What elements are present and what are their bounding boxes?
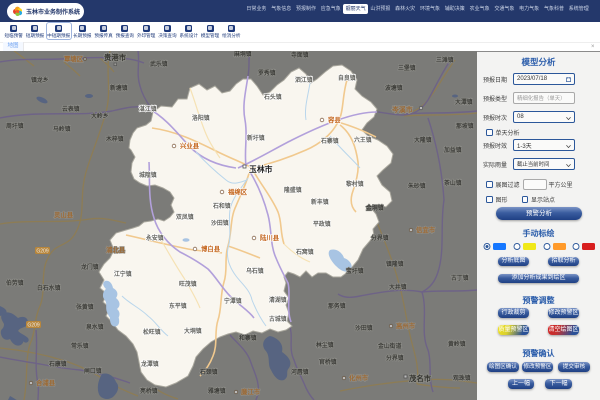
svg-text:陆川县: 陆川县 — [260, 233, 280, 242]
svg-text:武乐镇: 武乐镇 — [150, 60, 168, 68]
svg-text:新丰镇: 新丰镇 — [311, 198, 329, 206]
svg-text:信宜市: 信宜市 — [416, 225, 436, 234]
svg-text:六王镇: 六王镇 — [354, 136, 372, 144]
svg-text:大井镇: 大井镇 — [389, 283, 407, 291]
svg-text:那务镇: 那务镇 — [328, 302, 346, 310]
svg-text:三堡镇: 三堡镇 — [398, 64, 416, 72]
svg-text:朱砂镇: 朱砂镇 — [408, 182, 426, 190]
svg-text:官桥镇: 官桥镇 — [319, 358, 337, 366]
svg-text:沙田镇: 沙田镇 — [355, 324, 373, 332]
svg-text:伯劳镇: 伯劳镇 — [6, 279, 24, 287]
svg-text:白石水镇: 白石水镇 — [37, 284, 61, 292]
svg-text:周圩镇: 周圩镇 — [6, 122, 24, 130]
svg-text:廉江市: 廉江市 — [241, 387, 261, 396]
svg-text:马岭镇: 马岭镇 — [53, 125, 71, 133]
svg-text:玉林市: 玉林市 — [249, 164, 273, 174]
svg-text:和寨镇: 和寨镇 — [238, 334, 257, 342]
svg-text:高州市: 高州市 — [396, 321, 416, 330]
svg-text:灵山县: 灵山县 — [54, 210, 74, 219]
svg-text:平政镇: 平政镇 — [313, 220, 331, 228]
svg-text:金山街道: 金山街道 — [377, 342, 401, 350]
svg-text:金垌镇: 金垌镇 — [365, 204, 384, 212]
svg-text:新圩镇: 新圩镇 — [247, 134, 265, 142]
svg-text:镇隆镇: 镇隆镇 — [386, 260, 404, 268]
svg-text:乌石镇: 乌石镇 — [246, 267, 264, 275]
svg-text:黎村镇: 黎村镇 — [346, 180, 364, 188]
svg-text:洛阳镇: 洛阳镇 — [192, 114, 210, 122]
svg-text:石康镇: 石康镇 — [48, 360, 67, 368]
svg-text:石窝镇: 石窝镇 — [295, 248, 314, 256]
svg-text:浦北县: 浦北县 — [106, 245, 126, 254]
svg-text:石头镇: 石头镇 — [263, 93, 282, 101]
svg-text:福绵区: 福绵区 — [227, 187, 248, 196]
svg-text:G209: G209 — [36, 249, 48, 255]
svg-text:三滩镇: 三滩镇 — [436, 56, 454, 64]
svg-text:自良镇: 自良镇 — [338, 74, 356, 82]
svg-text:茂名市: 茂名市 — [409, 373, 432, 383]
svg-text:清湖镇: 清湖镇 — [269, 296, 287, 304]
svg-text:永安镇: 永安镇 — [145, 234, 164, 242]
svg-text:泉水镇: 泉水镇 — [85, 323, 104, 331]
svg-text:黄岭镇: 黄岭镇 — [448, 340, 466, 348]
svg-text:石和镇: 石和镇 — [212, 202, 231, 210]
svg-text:常乐镇: 常乐镇 — [71, 342, 89, 350]
svg-text:覃塘区: 覃塘区 — [64, 54, 84, 63]
svg-text:观珠镇: 观珠镇 — [453, 374, 471, 382]
svg-text:宁潭镇: 宁潭镇 — [224, 297, 242, 305]
svg-text:镇龙乡: 镇龙乡 — [31, 76, 49, 84]
svg-text:龙门镇: 龙门镇 — [81, 263, 99, 271]
svg-text:罗秀镇: 罗秀镇 — [258, 69, 276, 77]
svg-text:旺茂镇: 旺茂镇 — [179, 280, 197, 288]
svg-text:G209: G209 — [27, 323, 39, 329]
svg-text:张黄镇: 张黄镇 — [76, 303, 94, 311]
svg-text:茶山镇: 茶山镇 — [443, 179, 462, 187]
svg-text:大岭乡: 大岭乡 — [91, 112, 109, 120]
svg-text:那坡镇: 那坡镇 — [456, 122, 474, 130]
svg-text:东平镇: 东平镇 — [169, 302, 187, 310]
svg-text:木梓镇: 木梓镇 — [105, 135, 124, 143]
svg-text:古城镇: 古城镇 — [269, 315, 287, 323]
svg-text:麻垌镇: 麻垌镇 — [233, 51, 252, 58]
svg-text:沙田镇: 沙田镇 — [211, 219, 229, 227]
svg-text:兴业县: 兴业县 — [180, 141, 200, 150]
svg-text:雅塘镇: 雅塘镇 — [207, 387, 226, 395]
svg-text:分界镇: 分界镇 — [386, 354, 404, 362]
svg-text:分界镇: 分界镇 — [371, 234, 389, 242]
svg-text:大潭镇: 大潭镇 — [455, 98, 473, 106]
svg-text:泗江镇: 泗江镇 — [295, 76, 313, 84]
svg-text:石颈镇: 石颈镇 — [199, 368, 218, 376]
svg-text:河唇镇: 河唇镇 — [291, 368, 309, 376]
svg-text:化州市: 化州市 — [349, 373, 369, 382]
svg-text:大隆镇: 大隆镇 — [414, 136, 432, 144]
svg-text:大垌镇: 大垌镇 — [184, 327, 202, 335]
svg-text:石寨镇: 石寨镇 — [320, 137, 339, 145]
svg-text:亮桥镇: 亮桥镇 — [140, 387, 158, 395]
svg-text:龙潭镇: 龙潭镇 — [141, 360, 159, 368]
svg-text:林尘镇: 林尘镇 — [316, 341, 334, 349]
svg-text:湛江镇: 湛江镇 — [139, 105, 157, 113]
svg-text:新塘镇: 新塘镇 — [110, 84, 128, 92]
svg-text:贵港市: 贵港市 — [104, 52, 127, 62]
svg-text:云表镇: 云表镇 — [62, 105, 80, 113]
svg-text:加益镇: 加益镇 — [443, 146, 462, 154]
svg-text:古丁镇: 古丁镇 — [451, 274, 469, 282]
svg-text:隆盛镇: 隆盛镇 — [284, 186, 302, 194]
svg-text:波塘镇: 波塘镇 — [385, 84, 403, 92]
svg-text:闸口镇: 闸口镇 — [84, 367, 102, 375]
svg-text:博白县: 博白县 — [201, 244, 221, 253]
svg-text:双凤镇: 双凤镇 — [176, 213, 194, 221]
svg-text:岑溪市: 岑溪市 — [392, 105, 413, 114]
svg-text:寺面镇: 寺面镇 — [291, 51, 309, 59]
svg-text:合浦县: 合浦县 — [35, 378, 56, 387]
svg-text:松旺镇: 松旺镇 — [143, 328, 161, 336]
svg-text:城隍镇: 城隍镇 — [139, 171, 157, 179]
svg-text:江宁镇: 江宁镇 — [114, 270, 132, 278]
svg-text:容县: 容县 — [327, 115, 341, 124]
svg-text:宝圩镇: 宝圩镇 — [346, 267, 364, 275]
